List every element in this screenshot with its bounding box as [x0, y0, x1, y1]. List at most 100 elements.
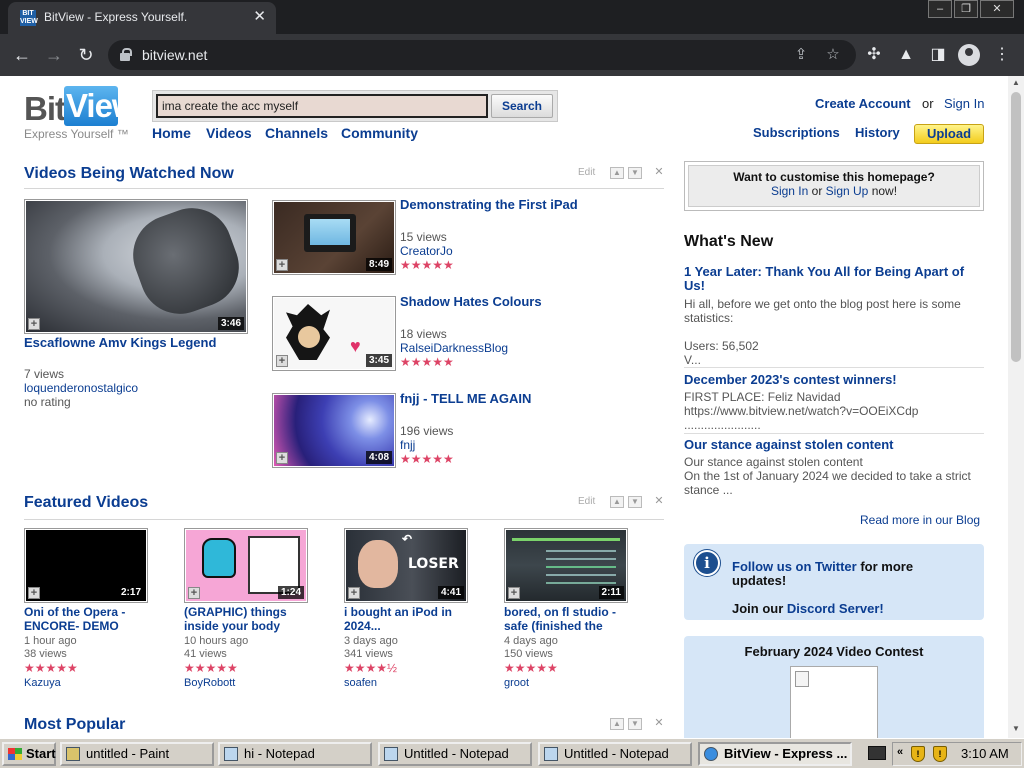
tab-close-icon[interactable]: ✕: [253, 8, 266, 26]
start-button[interactable]: Start: [2, 742, 56, 766]
paint-icon: [66, 747, 80, 761]
video-thumbnail[interactable]: ♥ + 3:45: [272, 296, 396, 371]
extensions-puzzle-icon[interactable]: ✣: [862, 43, 886, 67]
security-shield-icon[interactable]: !: [911, 746, 925, 762]
reload-icon[interactable]: ↻: [74, 43, 98, 67]
move-up-icon[interactable]: ▲: [610, 496, 624, 508]
taskbar-item-browser[interactable]: BitView - Express ...: [698, 742, 852, 766]
add-to-playlist-icon[interactable]: +: [28, 587, 40, 599]
labs-flask-icon[interactable]: ▲: [894, 43, 918, 67]
video-thumbnail[interactable]: ↶ LOSER + 4:41: [344, 528, 468, 603]
video-uploader-link[interactable]: CreatorJo: [400, 244, 453, 258]
video-thumbnail[interactable]: + 1:24: [184, 528, 308, 603]
add-to-playlist-icon[interactable]: +: [276, 452, 288, 464]
video-thumbnail[interactable]: + 2:11: [504, 528, 628, 603]
video-uploader-link[interactable]: BoyRobott: [184, 677, 235, 690]
tray-expand-icon[interactable]: «: [897, 746, 903, 758]
video-title-line: (GRAPHIC) things: [184, 605, 287, 619]
search-input[interactable]: [156, 94, 488, 118]
scrollbar-thumb[interactable]: [1011, 92, 1021, 362]
video-title-link[interactable]: Escaflowne Amv Kings Legend: [24, 335, 254, 350]
minimize-button[interactable]: –: [928, 0, 952, 18]
move-down-icon[interactable]: ▼: [628, 496, 642, 508]
contest-image[interactable]: [790, 666, 878, 738]
close-section-icon[interactable]: ✕: [652, 496, 666, 508]
video-uploader-link[interactable]: groot: [504, 677, 529, 690]
video-uploader-link[interactable]: soafen: [344, 677, 377, 690]
page-scrollbar[interactable]: ▲ ▼: [1008, 76, 1024, 738]
history-link[interactable]: History: [855, 125, 900, 140]
forward-arrow-icon[interactable]: →: [42, 43, 66, 67]
taskbar-item-notepad[interactable]: Untitled - Notepad: [538, 742, 692, 766]
discord-link[interactable]: Discord Server!: [787, 601, 884, 616]
sign-in-link[interactable]: Sign In: [771, 184, 808, 198]
restore-button[interactable]: ❐: [954, 0, 978, 18]
nav-community[interactable]: Community: [341, 125, 418, 141]
add-to-playlist-icon[interactable]: +: [28, 318, 40, 330]
video-duration: 3:46: [217, 317, 244, 330]
video-title-link[interactable]: Oni of the Opera - ENCORE- DEMO: [24, 605, 152, 633]
close-window-button[interactable]: ✕: [980, 0, 1014, 18]
kebab-menu-icon[interactable]: ⋮: [990, 43, 1014, 67]
add-to-playlist-icon[interactable]: +: [276, 259, 288, 271]
star-rating: ★★★★★: [24, 661, 78, 675]
taskbar-item-notepad[interactable]: hi - Notepad: [218, 742, 372, 766]
video-thumbnail[interactable]: + 2:17: [24, 528, 148, 603]
close-section-icon[interactable]: ✕: [652, 167, 666, 179]
security-shield-icon[interactable]: !: [933, 746, 947, 762]
profile-avatar-icon[interactable]: [958, 44, 980, 66]
blog-post-title-link[interactable]: Our stance against stolen content: [684, 438, 980, 452]
back-arrow-icon[interactable]: ←: [10, 43, 34, 67]
read-more-blog-link[interactable]: Read more in our Blog: [860, 513, 980, 527]
edit-link[interactable]: Edit: [578, 167, 595, 178]
move-down-icon[interactable]: ▼: [628, 167, 642, 179]
add-to-playlist-icon[interactable]: +: [508, 587, 520, 599]
keyboard-icon[interactable]: [868, 746, 886, 760]
side-panel-icon[interactable]: ◨: [926, 43, 950, 67]
video-uploader-link[interactable]: loquenderonostalgico: [24, 381, 138, 395]
video-title-link[interactable]: fnjj - TELL ME AGAIN: [400, 391, 660, 406]
subscriptions-link[interactable]: Subscriptions: [753, 125, 840, 140]
share-icon[interactable]: ⇪: [790, 44, 812, 66]
video-title-link[interactable]: Demonstrating the First iPad: [400, 197, 660, 212]
video-title-link[interactable]: bored, on fl studio - safe (finished the: [504, 605, 632, 633]
sign-up-link[interactable]: Sign Up: [826, 184, 869, 198]
taskbar-item-notepad[interactable]: Untitled - Notepad: [378, 742, 532, 766]
blog-post-title-link[interactable]: December 2023's contest winners!: [684, 373, 980, 387]
video-title-link[interactable]: Shadow Hates Colours: [400, 294, 660, 309]
edit-link[interactable]: Edit: [578, 496, 595, 507]
close-section-icon[interactable]: ✕: [652, 718, 666, 730]
video-thumbnail[interactable]: + 3:46: [24, 199, 248, 334]
search-button[interactable]: Search: [491, 94, 553, 118]
video-thumbnail[interactable]: + 4:08: [272, 393, 396, 468]
nav-channels[interactable]: Channels: [265, 125, 328, 141]
bookmark-star-icon[interactable]: ☆: [822, 44, 844, 66]
move-up-icon[interactable]: ▲: [610, 718, 624, 730]
blog-post-title-link[interactable]: 1 Year Later: Thank You All for Being Ap…: [684, 265, 980, 293]
bitview-logo[interactable]: Bit View Express Yourself ™: [24, 86, 138, 142]
taskbar-item-paint[interactable]: untitled - Paint: [60, 742, 214, 766]
browser-tab[interactable]: BIT VIEW BitView - Express Yourself. ✕: [8, 2, 276, 34]
video-title-link[interactable]: (GRAPHIC) things inside your body: [184, 605, 312, 633]
video-title-link[interactable]: i bought an iPod in 2024...: [344, 605, 472, 633]
add-to-playlist-icon[interactable]: +: [348, 587, 360, 599]
video-title-line: i bought an iPod in: [344, 605, 452, 619]
sign-in-link[interactable]: Sign In: [944, 96, 984, 111]
move-up-icon[interactable]: ▲: [610, 167, 624, 179]
address-bar[interactable]: bitview.net ⇪ ☆: [108, 40, 856, 70]
nav-videos[interactable]: Videos: [206, 125, 252, 141]
scroll-up-icon[interactable]: ▲: [1008, 76, 1024, 90]
bitview-favicon-icon: BIT VIEW: [20, 10, 38, 26]
add-to-playlist-icon[interactable]: +: [276, 355, 288, 367]
video-uploader-link[interactable]: fnjj: [400, 438, 415, 452]
move-down-icon[interactable]: ▼: [628, 718, 642, 730]
video-thumbnail[interactable]: + 8:49: [272, 200, 396, 275]
twitter-link[interactable]: Follow us on Twitter: [732, 559, 857, 574]
video-uploader-link[interactable]: Kazuya: [24, 677, 61, 690]
scroll-down-icon[interactable]: ▼: [1008, 722, 1024, 736]
add-to-playlist-icon[interactable]: +: [188, 587, 200, 599]
upload-button[interactable]: Upload: [914, 124, 984, 144]
create-account-link[interactable]: Create Account: [815, 96, 911, 111]
video-uploader-link[interactable]: RalseiDarknessBlog: [400, 341, 508, 355]
nav-home[interactable]: Home: [152, 125, 191, 141]
